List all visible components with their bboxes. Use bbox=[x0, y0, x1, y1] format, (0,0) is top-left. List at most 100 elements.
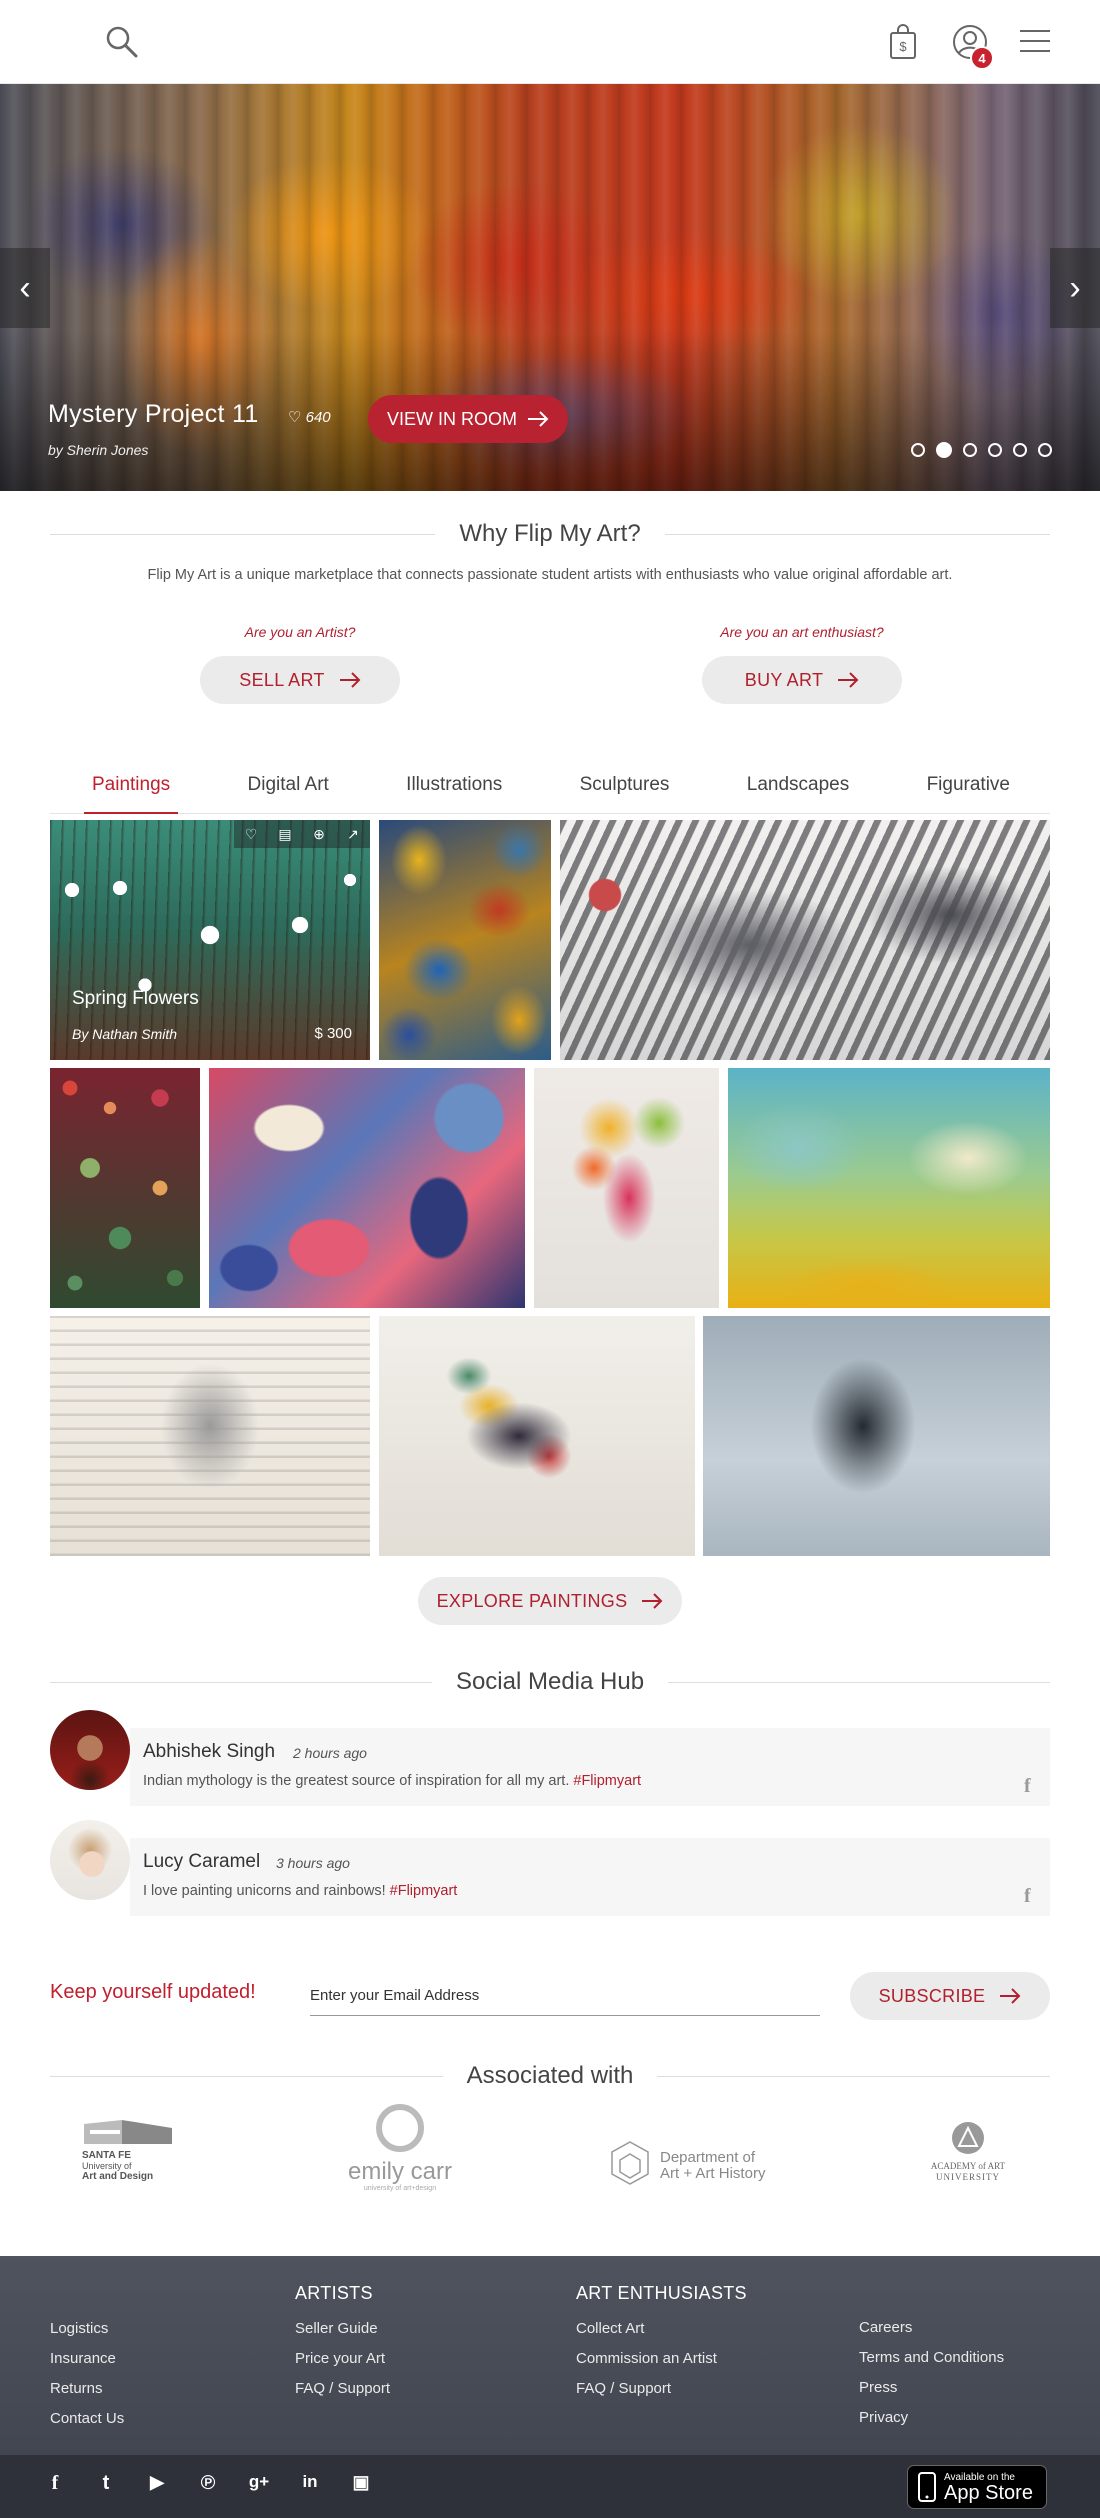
footer-link-contact[interactable]: Contact Us bbox=[50, 2410, 124, 2427]
tab-landscapes[interactable]: Landscapes bbox=[747, 766, 849, 813]
artwork-tile-abstract-mosaic[interactable] bbox=[379, 820, 551, 1060]
youtube-icon[interactable]: ▶ bbox=[142, 2472, 172, 2493]
subscribe-label: SUBSCRIBE bbox=[878, 1985, 986, 2006]
arrow-right-icon bbox=[339, 672, 361, 688]
footer-link-privacy[interactable]: Privacy bbox=[859, 2409, 908, 2426]
tile-action-bar: ♡ ▤ ⊕ ↗ bbox=[234, 820, 370, 848]
frame-icon[interactable]: ▤ bbox=[268, 820, 302, 848]
email-field[interactable] bbox=[310, 1976, 820, 2016]
hero-pagination bbox=[911, 442, 1052, 458]
hero-prev-arrow[interactable]: ‹ bbox=[0, 248, 50, 328]
emily-carr-logo[interactable]: emily carr university of art+design bbox=[344, 2102, 456, 2202]
tab-illustrations[interactable]: Illustrations bbox=[406, 766, 502, 813]
social-post bbox=[130, 1838, 1050, 1916]
artwork-tile-circles[interactable] bbox=[50, 1068, 200, 1308]
explore-paintings-button[interactable]: EXPLORE PAINTINGS bbox=[418, 1577, 682, 1625]
category-tabs: Paintings Digital Art Illustrations Scul… bbox=[50, 766, 1050, 814]
menu-icon[interactable] bbox=[1018, 24, 1052, 58]
slide-dot-active[interactable] bbox=[936, 442, 952, 458]
academy-of-art-logo[interactable]: ACADEMY of ART UNIVERSITY bbox=[918, 2120, 1018, 2200]
post-hashtag[interactable]: #Flipmyart bbox=[573, 1773, 641, 1789]
post-text: Indian mythology is the greatest source … bbox=[143, 1773, 641, 1789]
tab-digital-art[interactable]: Digital Art bbox=[248, 766, 329, 813]
hero-next-arrow[interactable]: › bbox=[1050, 248, 1100, 328]
search-icon[interactable] bbox=[102, 22, 142, 62]
artwork-tile-spring-flowers[interactable]: ♡ ▤ ⊕ ↗ Spring Flowers By Nathan Smith $… bbox=[50, 820, 370, 1060]
facebook-icon[interactable]: f bbox=[40, 2472, 70, 2495]
add-icon[interactable]: ⊕ bbox=[302, 820, 336, 848]
heart-icon[interactable]: ♡ bbox=[234, 820, 268, 848]
buy-art-button[interactable]: BUY ART bbox=[702, 656, 902, 704]
footer-heading-artists: ARTISTS bbox=[295, 2283, 373, 2303]
facebook-icon[interactable]: f bbox=[1024, 1775, 1031, 1798]
post-author[interactable]: Lucy Caramel bbox=[143, 1851, 260, 1873]
sell-art-label: SELL ART bbox=[239, 669, 325, 690]
avatar[interactable] bbox=[50, 1710, 130, 1790]
instagram-icon[interactable]: ▣ bbox=[346, 2472, 376, 2493]
artwork-tile-color-splash[interactable] bbox=[534, 1068, 719, 1308]
post-hashtag[interactable]: #Flipmyart bbox=[390, 1883, 458, 1899]
hero-title[interactable]: Mystery Project 11 bbox=[48, 400, 259, 429]
footer-link-commission[interactable]: Commission an Artist bbox=[576, 2350, 717, 2367]
artwork-tile-sailing-ship[interactable] bbox=[50, 1316, 370, 1556]
footer-link-terms[interactable]: Terms and Conditions bbox=[859, 2349, 1004, 2366]
hero-like-count: 640 bbox=[305, 409, 331, 426]
pinterest-icon[interactable]: ℗ bbox=[193, 2472, 223, 2495]
slide-dot[interactable] bbox=[1013, 443, 1027, 457]
slide-dot[interactable] bbox=[988, 443, 1002, 457]
sell-art-button[interactable]: SELL ART bbox=[200, 656, 400, 704]
heart-icon: ♡ bbox=[288, 409, 302, 426]
hero-artist[interactable]: by Sherin Jones bbox=[48, 442, 148, 458]
footer-link-press[interactable]: Press bbox=[859, 2379, 897, 2396]
footer-link-faq-enthusiasts[interactable]: FAQ / Support bbox=[576, 2380, 671, 2397]
footer-link-careers[interactable]: Careers bbox=[859, 2319, 912, 2336]
footer-link-returns[interactable]: Returns bbox=[50, 2380, 103, 2397]
artwork-tile-zebra[interactable] bbox=[560, 820, 1050, 1060]
logo-line: ACADEMY of ART bbox=[930, 2161, 1006, 2171]
slide-dot[interactable] bbox=[911, 443, 925, 457]
santa-fe-logo[interactable]: SANTA FE University of Art and Design bbox=[82, 2116, 192, 2196]
footer-link-insurance[interactable]: Insurance bbox=[50, 2350, 116, 2367]
artwork-tile-dark-figure[interactable] bbox=[703, 1316, 1050, 1556]
slide-dot[interactable] bbox=[1038, 443, 1052, 457]
footer-link-price-art[interactable]: Price your Art bbox=[295, 2350, 385, 2367]
post-author[interactable]: Abhishek Singh bbox=[143, 1741, 275, 1763]
logo-line: emily carr bbox=[347, 2158, 452, 2185]
social-title: Social Media Hub bbox=[455, 1668, 645, 1695]
hero-likes[interactable]: ♡ 640 bbox=[288, 408, 331, 426]
why-title: Why Flip My Art? bbox=[459, 520, 641, 547]
shopping-bag-icon[interactable]: $ bbox=[885, 22, 921, 62]
tile-artist: By Nathan Smith bbox=[72, 1026, 178, 1042]
post-time: 3 hours ago bbox=[276, 1855, 350, 1871]
google-plus-icon[interactable]: g+ bbox=[244, 2472, 274, 2492]
artwork-tile-rocket-landscape[interactable] bbox=[728, 1068, 1050, 1308]
linkedin-icon[interactable]: in bbox=[295, 2472, 325, 2492]
view-in-room-label: VIEW IN ROOM bbox=[387, 408, 517, 429]
tile-title: Spring Flowers bbox=[72, 988, 199, 1009]
tile-price: $ 300 bbox=[314, 1025, 352, 1042]
footer-link-seller-guide[interactable]: Seller Guide bbox=[295, 2320, 378, 2337]
enthusiast-question: Are you an art enthusiast? bbox=[720, 624, 884, 640]
ring-icon bbox=[376, 2104, 424, 2152]
tab-paintings[interactable]: Paintings bbox=[83, 766, 179, 814]
subscribe-button[interactable]: SUBSCRIBE bbox=[850, 1972, 1050, 2020]
artwork-tile-retro-pattern[interactable] bbox=[209, 1068, 525, 1308]
newsletter-label: Keep yourself updated! bbox=[50, 1981, 256, 2003]
tab-figurative[interactable]: Figurative bbox=[927, 766, 1010, 813]
footer-heading-enthusiasts: ART ENTHUSIASTS bbox=[576, 2283, 747, 2303]
view-in-room-button[interactable]: VIEW IN ROOM bbox=[368, 395, 568, 443]
footer-link-logistics[interactable]: Logistics bbox=[50, 2320, 108, 2337]
art-history-logo[interactable]: Department of Art + Art History bbox=[608, 2136, 790, 2196]
share-icon[interactable]: ↗ bbox=[336, 820, 370, 848]
artwork-tile-bird[interactable] bbox=[379, 1316, 695, 1556]
avatar[interactable] bbox=[50, 1820, 130, 1900]
tab-sculptures[interactable]: Sculptures bbox=[580, 766, 670, 813]
facebook-icon[interactable]: f bbox=[1024, 1885, 1031, 1908]
footer-link-faq-artists[interactable]: FAQ / Support bbox=[295, 2380, 390, 2397]
app-store-badge[interactable]: Available on the App Store bbox=[907, 2465, 1047, 2509]
footer-link-collect-art[interactable]: Collect Art bbox=[576, 2320, 644, 2337]
slide-dot[interactable] bbox=[963, 443, 977, 457]
hero-slider: ‹ › Mystery Project 11 ♡ 640 by Sherin J… bbox=[0, 84, 1100, 491]
notification-badge: 4 bbox=[970, 46, 994, 70]
twitter-icon[interactable]: t bbox=[91, 2472, 121, 2495]
